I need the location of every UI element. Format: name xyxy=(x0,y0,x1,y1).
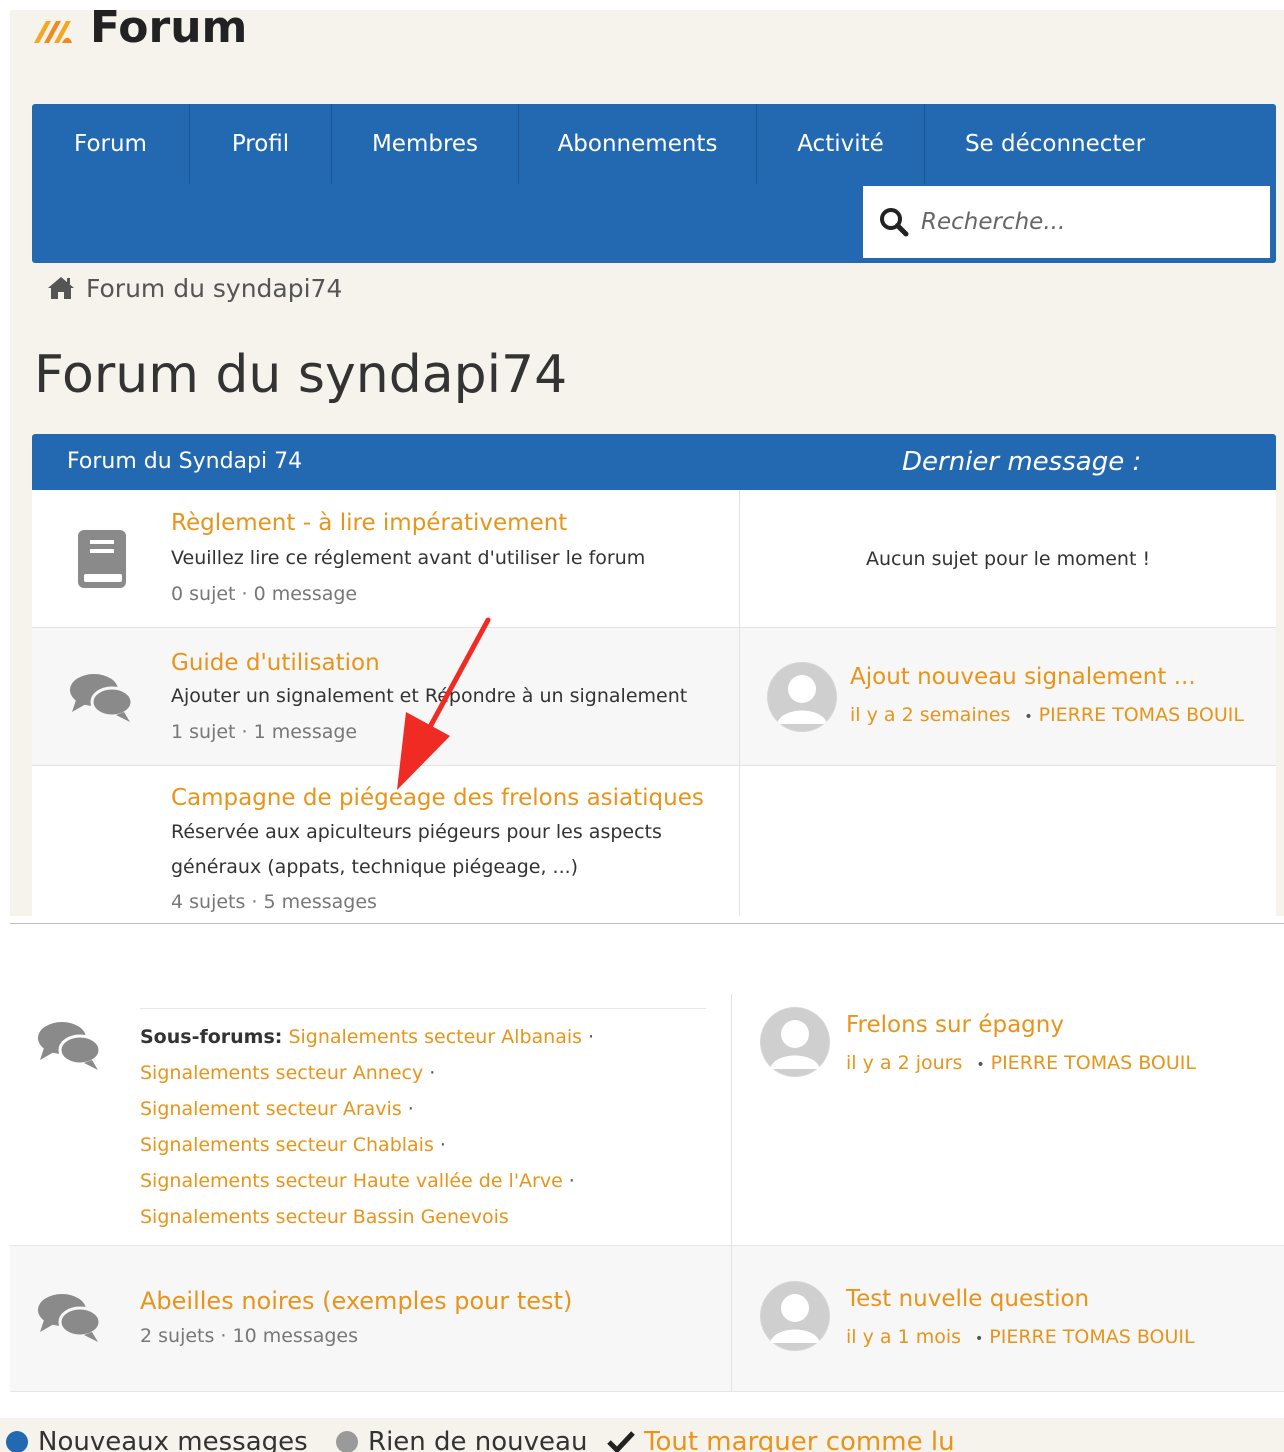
forum-row: Abeilles noires (exemples pour test) 2 s… xyxy=(10,1246,1284,1392)
column-divider xyxy=(731,994,732,1245)
site-title: Forum xyxy=(90,10,248,53)
subforum-link[interactable]: Signalement secteur Aravis xyxy=(140,1098,402,1120)
forum-table-header: Forum du Syndapi 74 Dernier message : xyxy=(32,434,1276,490)
page-title: Forum du syndapi74 xyxy=(34,345,568,405)
column-divider xyxy=(739,628,740,765)
forum-title-link[interactable]: Guide d'utilisation xyxy=(171,648,380,678)
book-icon xyxy=(78,530,126,588)
subforum-separator: · xyxy=(407,1098,414,1120)
no-topic-text: Aucun sujet pour le moment ! xyxy=(866,548,1151,570)
forum-title-link[interactable]: Règlement - à lire impérativement xyxy=(171,508,567,538)
comments-icon xyxy=(38,1294,102,1342)
last-post-author[interactable]: PIERRE TOMAS BOUIL xyxy=(989,1326,1194,1348)
forum-row: Guide d'utilisation Ajouter un signaleme… xyxy=(32,628,1276,766)
subforums-label: Sous-forums: xyxy=(140,1026,283,1048)
home-icon xyxy=(48,277,74,299)
forum-legend: Nouveaux messages Rien de nouveau Tout m… xyxy=(0,1418,1284,1452)
avatar[interactable] xyxy=(767,662,837,732)
user-placeholder-icon xyxy=(768,663,836,731)
nav-activite[interactable]: Activité xyxy=(757,104,925,184)
nav-profil[interactable]: Profil xyxy=(190,104,332,184)
forum-table: Forum du Syndapi 74 Dernier message : Rè… xyxy=(32,434,1276,916)
comments-icon xyxy=(70,674,134,722)
last-post-author[interactable]: PIERRE TOMAS BOUIL xyxy=(991,1052,1196,1074)
last-post-time[interactable]: il y a 1 mois xyxy=(846,1326,961,1348)
user-placeholder-icon xyxy=(761,1282,829,1350)
last-post-author[interactable]: PIERRE TOMAS BOUIL xyxy=(1039,704,1244,726)
forum-title-link[interactable]: Campagne de piégeage des frelons asiatiq… xyxy=(171,783,704,813)
breadcrumb-home-label[interactable]: Forum du syndapi74 xyxy=(86,274,342,303)
meta-separator: • xyxy=(975,1331,984,1347)
checkmark-icon xyxy=(607,1431,635,1452)
legend-new-messages: Nouveaux messages xyxy=(6,1422,308,1452)
avatar[interactable] xyxy=(760,1281,830,1351)
forum-description-line2: généraux (appats, technique piégeage, ..… xyxy=(171,856,579,878)
subforum-link[interactable]: Signalements secteur Chablais xyxy=(140,1134,434,1156)
forum-row: Règlement - à lire impérativement Veuill… xyxy=(32,490,1276,628)
last-post-time[interactable]: il y a 2 jours xyxy=(846,1052,962,1074)
forum-stats: 2 sujets · 10 messages xyxy=(140,1325,359,1347)
forum-stats: 4 sujets · 5 messages xyxy=(171,891,377,913)
logo-stripes-icon xyxy=(34,21,72,43)
forum-category-title[interactable]: Forum du Syndapi 74 xyxy=(67,434,302,490)
new-messages-dot-icon xyxy=(6,1431,28,1452)
comments-icon xyxy=(38,1022,102,1070)
last-post-title[interactable]: Frelons sur épagny xyxy=(846,1010,1064,1040)
user-placeholder-icon xyxy=(761,1008,829,1076)
forum-title-link[interactable]: Abeilles noires (exemples pour test) xyxy=(140,1286,572,1316)
column-divider xyxy=(739,490,740,627)
avatar[interactable] xyxy=(760,1007,830,1077)
main-nav: Forum Profil Membres Abonnements Activit… xyxy=(32,104,1276,263)
forum-description: Ajouter un signalement et Répondre à un … xyxy=(171,685,688,707)
column-divider xyxy=(731,1246,732,1391)
forum-description: Réservée aux apiculteurs piégeurs pour l… xyxy=(171,821,662,843)
forum-row: Campagne de piégeage des frelons asiatiq… xyxy=(32,766,1276,916)
mark-all-read-link[interactable]: Tout marquer comme lu xyxy=(606,1422,955,1452)
nav-membres[interactable]: Membres xyxy=(332,104,519,184)
search-icon[interactable] xyxy=(879,207,909,237)
last-post-meta: il y a 2 semaines • PIERRE TOMAS BOUIL xyxy=(850,700,1244,732)
forum-row: Sous-forums: Signalements secteur Albana… xyxy=(10,994,1284,1246)
legend-nothing-new-label: Rien de nouveau xyxy=(368,1427,588,1452)
last-message-heading: Dernier message : xyxy=(902,447,1142,477)
subforum-link[interactable]: Signalements secteur Albanais xyxy=(288,1026,582,1048)
forum-page-top: Forum Forum Profil Membres Abonnements A… xyxy=(10,10,1284,916)
column-divider xyxy=(739,766,740,916)
breadcrumb[interactable]: Forum du syndapi74 xyxy=(46,268,342,308)
search-box xyxy=(861,184,1272,260)
forum-stats: 1 sujet · 1 message xyxy=(171,721,358,743)
subforum-link[interactable]: Signalements secteur Bassin Genevois xyxy=(140,1206,509,1228)
nav-abonnements[interactable]: Abonnements xyxy=(519,104,757,184)
mark-all-read-label[interactable]: Tout marquer comme lu xyxy=(644,1422,955,1452)
meta-separator: • xyxy=(976,1057,985,1073)
legend-new-messages-label: Nouveaux messages xyxy=(38,1427,308,1452)
subforum-link[interactable]: Signalements secteur Annecy xyxy=(140,1062,423,1084)
search-input[interactable] xyxy=(921,209,1251,235)
last-post-title[interactable]: Test nuvelle question xyxy=(846,1284,1089,1314)
legend-nothing-new: Rien de nouveau xyxy=(336,1422,587,1452)
forum-page-bottom: Sous-forums: Signalements secteur Albana… xyxy=(10,994,1284,1452)
subforum-separator: · xyxy=(439,1134,446,1156)
screenshot-divider xyxy=(10,923,1284,924)
forum-stats: 0 sujet · 0 message xyxy=(171,583,358,605)
forum-description: Veuillez lire ce réglement avant d'utili… xyxy=(171,547,646,569)
nav-logout[interactable]: Se déconnecter xyxy=(925,104,1185,184)
subforum-link[interactable]: Signalements secteur Haute vallée de l'A… xyxy=(140,1170,563,1192)
last-post-meta: il y a 1 mois • PIERRE TOMAS BOUIL xyxy=(846,1322,1195,1354)
subforum-separator: · xyxy=(429,1062,436,1084)
subforums-list: Sous-forums: Signalements secteur Albana… xyxy=(140,1008,706,1235)
site-logo[interactable]: Forum xyxy=(32,10,247,54)
nothing-new-dot-icon xyxy=(336,1431,358,1452)
nav-forum[interactable]: Forum xyxy=(32,104,190,184)
last-post-time[interactable]: il y a 2 semaines xyxy=(850,704,1010,726)
subforum-separator: · xyxy=(588,1026,595,1048)
meta-separator: • xyxy=(1024,709,1033,725)
last-post-title[interactable]: Ajout nouveau signalement ... xyxy=(850,662,1196,692)
last-post-meta: il y a 2 jours • PIERRE TOMAS BOUIL xyxy=(846,1048,1196,1080)
subforum-separator: · xyxy=(568,1170,575,1192)
